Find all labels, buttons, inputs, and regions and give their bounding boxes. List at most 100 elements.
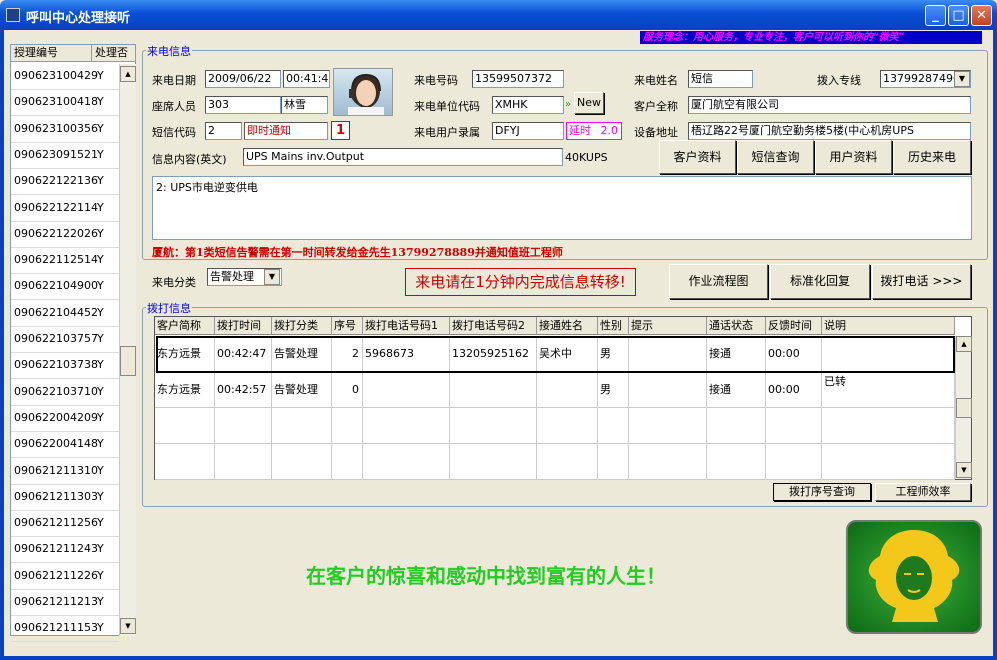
table-cell-col-phone1[interactable]	[363, 444, 450, 480]
list-item[interactable]: 090623091521 Y	[11, 143, 119, 169]
table-cell-col-contact[interactable]	[537, 408, 598, 444]
table-cell-col-remark[interactable]	[822, 444, 955, 480]
table-cell-col-dial-time[interactable]	[215, 408, 272, 444]
column-header-col-dial-category[interactable]: 拨打分类	[272, 317, 332, 335]
table-cell-col-remark[interactable]	[822, 336, 955, 372]
list-item[interactable]: 090622004209 Y	[11, 406, 119, 432]
table-scroll-up-icon[interactable]: ▲	[956, 336, 972, 352]
table-cell-col-remark[interactable]: 已转	[822, 372, 955, 408]
list-item[interactable]: 090623100429 Y	[11, 64, 119, 90]
column-header-col-seq[interactable]: 序号	[332, 317, 363, 335]
dial-table[interactable]: 客户简称 拨打时间 拨打分类 序号 拨打电话号码1 拨打电话号码2 接通姓名 性别 提示 通话状态…	[154, 316, 972, 480]
table-cell-col-phone2[interactable]	[450, 408, 537, 444]
table-cell-col-phone2[interactable]	[450, 372, 537, 408]
table-cell-col-customer[interactable]	[155, 408, 215, 444]
sms-query-button[interactable]: 短信查询	[737, 140, 814, 174]
new-button[interactable]: New	[574, 92, 604, 114]
table-cell-col-remark[interactable]	[822, 408, 955, 444]
category-chevron-down-icon[interactable]: ▼	[264, 269, 280, 285]
list-item[interactable]: 090621211226 Y	[11, 564, 119, 590]
table-scroll-down-icon[interactable]: ▼	[956, 462, 972, 478]
table-cell-col-gender[interactable]	[598, 444, 629, 480]
company-field[interactable]: 厦门航空有限公司	[688, 96, 971, 114]
list-item[interactable]: 090622104452 Y	[11, 301, 119, 327]
table-cell-col-gender[interactable]	[598, 408, 629, 444]
table-cell-col-dial-category[interactable]	[272, 408, 332, 444]
memo-textarea[interactable]: 2: UPS市电逆变供电	[152, 176, 972, 240]
sms-code-field[interactable]: 2	[205, 122, 242, 140]
workflow-chart-button[interactable]: 作业流程图	[669, 264, 768, 299]
list-item[interactable]: 090621211256 Y	[11, 511, 119, 538]
table-cell-col-seq[interactable]: 2	[332, 336, 363, 372]
table-cell-col-status[interactable]	[707, 408, 766, 444]
column-header-processed[interactable]: 处理否	[92, 45, 136, 62]
date-field[interactable]: 2009/06/22	[205, 70, 281, 88]
table-cell-col-status[interactable]: 接通	[707, 372, 766, 408]
table-cell-col-contact[interactable]	[537, 372, 598, 408]
scroll-down-icon[interactable]: ▼	[120, 618, 136, 634]
table-cell-col-dial-time[interactable]: 00:42:57	[215, 372, 272, 408]
time-field[interactable]: 00:41:48	[283, 70, 330, 88]
customer-info-button[interactable]: 客户资料	[659, 140, 736, 174]
phone-field[interactable]: 13599507372	[472, 70, 564, 88]
table-cell-col-status[interactable]: 接通	[707, 336, 766, 372]
table-cell-col-phone2[interactable]	[450, 444, 537, 480]
delay-field[interactable]: 延时 2.0	[566, 122, 622, 140]
table-cell-col-feedback[interactable]: 00:00	[766, 336, 822, 372]
list-item[interactable]: 090622122026 Y	[11, 222, 119, 248]
minimize-button[interactable]: _	[925, 5, 946, 26]
close-button[interactable]: ✕	[971, 5, 992, 26]
table-cell-col-customer[interactable]: 东方远景	[155, 372, 215, 408]
list-scrollbar[interactable]: ▲ ▼	[119, 64, 136, 636]
list-item[interactable]: 090622122136 Y	[11, 169, 119, 196]
table-cell-col-tip[interactable]	[629, 444, 707, 480]
dial-phone-button[interactable]: 拨打电话 >>>	[872, 264, 971, 299]
column-header-col-dial-time[interactable]: 拨打时间	[215, 317, 272, 335]
list-item[interactable]: 090622103710 Y	[11, 380, 119, 406]
column-header-col-tip[interactable]: 提示	[629, 317, 707, 335]
dial-seq-query-button[interactable]: 拨打序号查询	[773, 483, 871, 501]
table-cell-col-seq[interactable]: 0	[332, 372, 363, 408]
column-header-col-remark[interactable]: 说明	[822, 317, 955, 335]
table-cell-col-customer[interactable]	[155, 444, 215, 480]
user-info-button[interactable]: 用户资料	[815, 140, 892, 174]
table-cell-col-status[interactable]	[707, 444, 766, 480]
table-cell-col-dial-time[interactable]	[215, 444, 272, 480]
list-item[interactable]: 090623100418 Y	[11, 90, 119, 117]
content-field[interactable]: UPS Mains inv.Output	[243, 148, 563, 166]
column-header-col-phone1[interactable]: 拨打电话号码1	[363, 317, 450, 335]
list-item[interactable]: 090621211310 Y	[11, 459, 119, 485]
scroll-up-icon[interactable]: ▲	[120, 66, 136, 82]
table-scrollbar[interactable]: ▲ ▼	[955, 336, 972, 479]
column-header-col-customer[interactable]: 客户简称	[155, 317, 215, 335]
ticket-list[interactable]: 授理编号 处理否 090623100429 Y 090623100418 Y 09062…	[10, 44, 136, 643]
list-item[interactable]: 090621211153 Y	[11, 616, 119, 643]
list-item[interactable]: 090622104900 Y	[11, 274, 119, 301]
chevron-down-icon[interactable]: ▼	[954, 71, 970, 87]
list-item[interactable]: 090621211243 Y	[11, 537, 119, 564]
call-history-button[interactable]: 历史来电	[893, 140, 971, 174]
table-cell-col-dial-category[interactable]: 告警处理	[272, 372, 332, 408]
list-item[interactable]: 090622103738 Y	[11, 353, 119, 380]
list-item[interactable]: 090622112514 Y	[11, 248, 119, 275]
table-cell-col-dial-category[interactable]: 告警处理	[272, 336, 332, 372]
table-cell-col-tip[interactable]	[629, 372, 707, 408]
engineer-efficiency-button[interactable]: 工程师效率	[875, 483, 971, 501]
column-header-col-contact[interactable]: 接通姓名	[537, 317, 598, 335]
column-header-ticket-id[interactable]: 授理编号	[11, 45, 92, 62]
list-item[interactable]: 090623100356 Y	[11, 117, 119, 143]
table-scroll-thumb[interactable]	[956, 398, 972, 418]
table-cell-col-phone1[interactable]	[363, 408, 450, 444]
table-cell-col-seq[interactable]	[332, 444, 363, 480]
table-cell-col-phone1[interactable]: 5968673	[363, 336, 450, 372]
table-cell-col-seq[interactable]	[332, 408, 363, 444]
scroll-thumb[interactable]	[120, 346, 136, 376]
standard-reply-button[interactable]: 标准化回复	[770, 264, 870, 299]
table-cell-col-dial-time[interactable]: 00:42:47	[215, 336, 272, 372]
sms-type-field[interactable]: 即时通知	[244, 122, 328, 140]
table-cell-col-tip[interactable]	[629, 336, 707, 372]
agent-name-field[interactable]: 林雪	[281, 96, 328, 114]
list-item[interactable]: 090622004148 Y	[11, 432, 119, 459]
maximize-button[interactable]: □	[948, 5, 969, 26]
table-cell-col-dial-category[interactable]	[272, 444, 332, 480]
